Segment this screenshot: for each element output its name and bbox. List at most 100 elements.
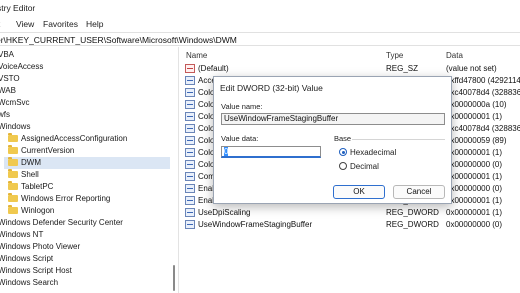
- tree-item-windows-defender-security-center[interactable]: Windows Defender Security Center: [0, 217, 168, 229]
- menu-bar: it View Favorites Help: [0, 17, 520, 32]
- tree-item-winlogon[interactable]: Winlogon: [8, 205, 170, 217]
- tree-item-label: TabletPC: [21, 182, 54, 191]
- radio-unselected-icon: [339, 162, 347, 170]
- tree-item-label: Windows Defender Security Center: [0, 218, 123, 227]
- tree-item-label: Windows Script: [0, 254, 54, 263]
- dword-value-icon: [185, 196, 195, 205]
- value-data: 0x00000059 (89): [446, 136, 507, 145]
- tree-item-label: Winlogon: [21, 206, 55, 215]
- registry-path[interactable]: er\HKEY_CURRENT_USER\Software\Microsoft\…: [0, 35, 237, 45]
- tree-item-label: AssignedAccessConfiguration: [21, 134, 128, 143]
- value-type: REG_DWORD: [386, 220, 439, 229]
- tree-item-windows-script-host[interactable]: Windows Script Host: [0, 265, 168, 277]
- tree-item-label: WAB: [0, 86, 16, 95]
- base-group-divider: [352, 139, 445, 140]
- dword-value-icon: [185, 100, 195, 109]
- column-headers: Name Type Data: [180, 50, 520, 62]
- decimal-radio[interactable]: Decimal: [339, 161, 379, 171]
- tree-item-label: Shell: [21, 170, 39, 179]
- dword-value-icon: [185, 148, 195, 157]
- tree-item-vsto[interactable]: VSTO: [0, 73, 168, 85]
- dialog-title: Edit DWORD (32-bit) Value: [220, 83, 323, 93]
- dword-value-icon: [185, 124, 195, 133]
- dword-value-icon: [185, 172, 195, 181]
- value-data: 0x00000001 (1): [446, 208, 503, 217]
- value-data: 0x00000000 (0): [446, 220, 503, 229]
- value-data-field[interactable]: 0: [221, 146, 321, 158]
- value-data: 0xc40078d4 (328836: [446, 124, 520, 133]
- value-row[interactable]: UseWindowFrameStagingBuffer REG_DWORD 0x00…: [180, 219, 520, 230]
- tree-item-windows-nt[interactable]: Windows NT: [0, 229, 168, 241]
- tree-item-dwm[interactable]: DWM: [4, 157, 170, 169]
- value-data-text: 0: [224, 147, 229, 156]
- title-bar: stry Editor: [0, 0, 520, 17]
- value-data: 0x00000000 (0): [446, 160, 503, 169]
- value-name-field[interactable]: UseWindowFrameStagingBuffer: [221, 113, 445, 125]
- tree-item-wab[interactable]: WAB: [0, 85, 168, 97]
- dword-value-icon: [185, 112, 195, 121]
- folder-icon: [8, 181, 18, 190]
- value-row[interactable]: UseDpiScaling REG_DWORD 0x00000001 (1): [180, 207, 520, 218]
- value-data: (value not set): [446, 64, 497, 73]
- hexadecimal-radio[interactable]: Hexadecimal: [339, 147, 396, 157]
- value-type: REG_DWORD: [386, 208, 439, 217]
- string-value-icon: [185, 64, 195, 73]
- column-header-name[interactable]: Name: [186, 51, 207, 60]
- folder-icon: [8, 145, 18, 154]
- value-name: UseWindowFrameStagingBuffer: [198, 220, 313, 229]
- column-header-data[interactable]: Data: [446, 51, 463, 60]
- value-data: 0xc40078d4 (328836: [446, 88, 520, 97]
- decimal-label: Decimal: [350, 162, 379, 171]
- dword-value-icon: [185, 160, 195, 169]
- value-name: UseDpiScaling: [198, 208, 251, 217]
- scrollbar-thumb[interactable]: [173, 265, 175, 291]
- edit-dword-dialog: Edit DWORD (32-bit) Value Value name: Us…: [213, 76, 452, 204]
- tree-item-label: Windows Script Host: [0, 266, 72, 275]
- value-row[interactable]: (Default) REG_SZ (value not set): [180, 63, 520, 74]
- tree-item-wfs[interactable]: wfs: [0, 109, 168, 121]
- hexadecimal-label: Hexadecimal: [350, 148, 397, 157]
- tree-item-windows-search[interactable]: Windows Search: [0, 277, 168, 289]
- value-name: Colo: [198, 100, 215, 109]
- value-data: 0x00000001 (1): [446, 148, 503, 157]
- tree-item-label: VoiceAccess: [0, 62, 44, 71]
- value-data: 0xffd47800 (4292114: [446, 76, 520, 85]
- ok-button[interactable]: OK: [333, 185, 385, 199]
- tree-scrollbar[interactable]: [171, 47, 177, 293]
- tree-item-voiceaccess[interactable]: VoiceAccess: [0, 61, 168, 73]
- tree-item-windows-error-reporting[interactable]: Windows Error Reporting: [8, 193, 170, 205]
- value-data: 0x00000001 (1): [446, 172, 503, 181]
- value-name: Colo: [198, 112, 215, 121]
- dword-value-icon: [185, 220, 195, 229]
- tree-item-label: Windows Search: [0, 278, 59, 287]
- tree-item-shell[interactable]: Shell: [8, 169, 170, 181]
- tree-item-assignedaccessconfiguration[interactable]: AssignedAccessConfiguration: [8, 133, 170, 145]
- tree-item-windows-photo-viewer[interactable]: Windows Photo Viewer: [0, 241, 168, 253]
- value-name: (Default): [198, 64, 229, 73]
- column-header-type[interactable]: Type: [386, 51, 403, 60]
- tree-item-wcmsvc[interactable]: WcmSvc: [0, 97, 168, 109]
- value-name: Colo: [198, 148, 215, 157]
- tree-item-label: Windows NT: [0, 230, 44, 239]
- value-name: Colo: [198, 136, 215, 145]
- menu-view[interactable]: View: [16, 19, 34, 29]
- tree-item-label: DWM: [21, 158, 41, 167]
- menu-help[interactable]: Help: [86, 19, 103, 29]
- cancel-button[interactable]: Cancel: [393, 185, 445, 199]
- tree-item-windows-script[interactable]: Windows Script: [0, 253, 168, 265]
- tree-item-vba[interactable]: VBA: [0, 49, 168, 61]
- value-data: 0x00000001 (1): [446, 196, 503, 205]
- tree-item-currentversion[interactable]: CurrentVersion: [8, 145, 170, 157]
- tree-item-label: VSTO: [0, 74, 20, 83]
- tree-item-label: Windows Photo Viewer: [0, 242, 81, 251]
- value-data: 0x0000000a (10): [446, 100, 507, 109]
- address-bar[interactable]: er\HKEY_CURRENT_USER\Software\Microsoft\…: [0, 32, 520, 46]
- folder-icon: [8, 193, 18, 202]
- tree-item-tabletpc[interactable]: TabletPC: [8, 181, 170, 193]
- tree-item-label: VBA: [0, 50, 15, 59]
- pane-splitter[interactable]: [178, 47, 179, 293]
- folder-icon: [8, 169, 18, 178]
- tree-item-windows[interactable]: Windows: [0, 121, 168, 133]
- dword-value-icon: [185, 76, 195, 85]
- menu-favorites[interactable]: Favorites: [43, 19, 78, 29]
